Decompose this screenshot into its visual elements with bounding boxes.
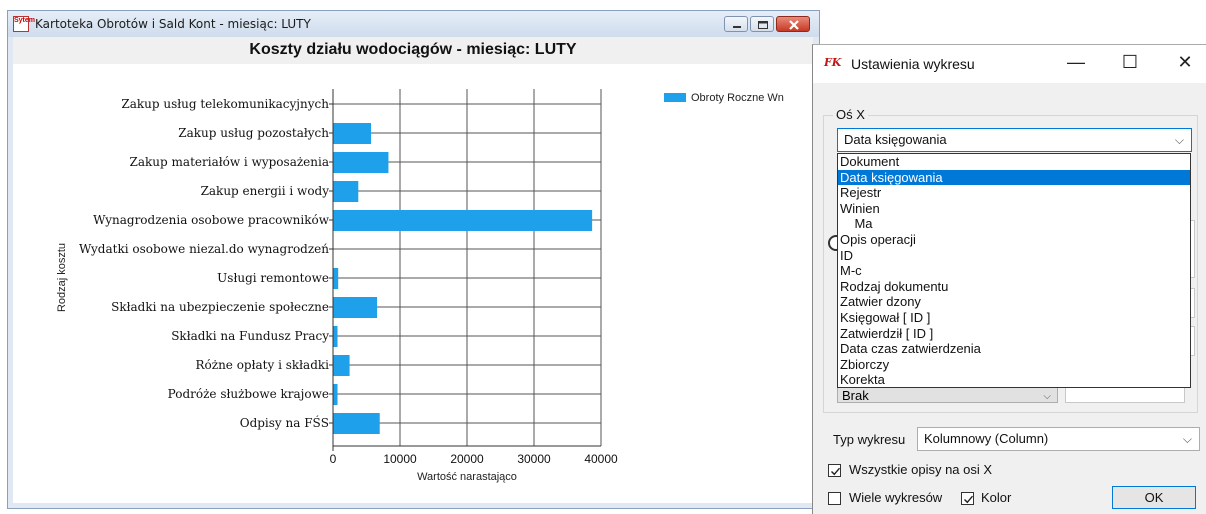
os-x-combo-value: Data księgowania <box>844 132 947 147</box>
category-label: Zakup energii i wody <box>201 184 330 198</box>
dialog-maximize-button[interactable]: ☐ <box>1115 52 1145 76</box>
dropdown-option[interactable]: Opis operacji <box>838 232 1190 248</box>
wszystkie-label: Wszystkie opisy na osi X <box>849 462 993 477</box>
wiele-label: Wiele wykresów <box>849 490 943 505</box>
dropdown-option[interactable]: Winien <box>838 201 1190 217</box>
chart-title: Koszty działu wodociągów - miesiąc: LUTY <box>249 41 577 58</box>
dropdown-option[interactable]: Zatwier dzony <box>838 294 1190 310</box>
legend-label: Obroty Roczne Wn <box>691 92 784 104</box>
dropdown-option[interactable]: Księgował [ ID ] <box>838 310 1190 326</box>
dialog-title: Ustawienia wykresu <box>851 56 975 72</box>
category-label: Wynagrodzenia osobowe pracowników <box>93 213 330 227</box>
os-x-combo[interactable]: Data księgowania ⌵ <box>837 128 1192 152</box>
kolor-label: Kolor <box>981 490 1012 505</box>
bar <box>333 210 593 231</box>
dropdown-option[interactable]: Rodzaj dokumentu <box>838 279 1190 295</box>
x-axis-title: Wartość narastająco <box>417 471 517 483</box>
typ-wykresu-value: Kolumnowy (Column) <box>924 431 1049 446</box>
bar <box>333 268 339 289</box>
dropdown-option[interactable]: Zbiorczy <box>838 357 1190 373</box>
chart-settings-dialog: FK Ustawienia wykresu — ☐ ✕ Oś X Brak ⌵ … <box>812 44 1206 514</box>
category-label: Podróże służbowe krajowe <box>168 387 329 401</box>
app-icon-text: Sytem <box>14 17 36 24</box>
category-label: Zakup usług pozostałych <box>178 126 329 140</box>
kolor-checkbox[interactable] <box>961 492 974 505</box>
os-x-group-label: Oś X <box>833 107 868 122</box>
typ-wykresu-label: Typ wykresu <box>833 432 906 447</box>
dialog-minimize-button[interactable]: — <box>1061 52 1091 76</box>
bar <box>333 297 378 318</box>
bar <box>333 355 350 376</box>
chart-window: Sytem Kartoteka Obrotów i Sald Kont - mi… <box>7 10 820 509</box>
bar <box>333 413 380 434</box>
dropdown-option[interactable]: Zatwierdził [ ID ] <box>838 326 1190 342</box>
dialog-titlebar[interactable]: FK Ustawienia wykresu — ☐ ✕ <box>813 45 1206 83</box>
chevron-down-icon: ⌵ <box>1182 432 1192 446</box>
chart-header: Koszty działu wodociągów - miesiąc: LUTY <box>13 37 813 64</box>
dropdown-option[interactable]: Data czas zatwierdzenia <box>838 341 1190 357</box>
dropdown-option[interactable]: Data księgowania <box>838 169 1190 186</box>
dropdown-option[interactable]: Rejestr <box>838 185 1190 201</box>
os-x-dropdown-list[interactable]: Dokument Data księgowania Rejestr Winien Ma… <box>837 153 1191 388</box>
dropdown-option[interactable]: ID <box>838 248 1190 264</box>
typ-wykresu-combo[interactable]: Kolumnowy (Column) ⌵ <box>917 427 1200 451</box>
chart-area: Zakup usług telekomunikacyjnych Zakup usł… <box>13 37 813 503</box>
category-label: Różne opłaty i składki <box>195 358 329 372</box>
category-label: Zakup usług telekomunikacyjnych <box>121 97 329 111</box>
x-tick-label: 0 <box>330 452 337 466</box>
close-button[interactable] <box>776 16 810 32</box>
chevron-down-icon: ⌵ <box>1174 133 1184 147</box>
minimize-icon <box>733 26 741 28</box>
maximize-button[interactable] <box>750 16 774 32</box>
x-tick-label: 20000 <box>450 452 484 466</box>
y-axis-title: Rodzaj kosztu <box>56 243 68 312</box>
checkmark-icon <box>831 467 841 476</box>
maximize-icon <box>758 21 768 29</box>
bar <box>333 152 389 173</box>
category-label: Wydatki osobowe niezal.do wynagrodzeń <box>79 242 329 256</box>
dialog-close-button[interactable]: ✕ <box>1170 52 1200 76</box>
x-tick-label: 40000 <box>584 452 618 466</box>
category-label: Składki na Fundusz Pracy <box>171 329 329 343</box>
dialog-app-icon: FK <box>824 56 842 69</box>
dropdown-option[interactable]: M-c <box>838 263 1190 279</box>
checkmark-icon <box>964 495 974 504</box>
dropdown-option[interactable]: Dokument <box>838 154 1190 170</box>
x-tick-label: 10000 <box>383 452 417 466</box>
category-label: Odpisy na FŚS <box>240 414 329 430</box>
category-label: Usługi remontowe <box>217 271 329 285</box>
bar <box>333 181 359 202</box>
window-title: Kartoteka Obrotów i Sald Kont - miesiąc:… <box>35 17 311 31</box>
bar-chart: Zakup usług telekomunikacyjnych Zakup usł… <box>56 89 784 483</box>
dropdown-option[interactable]: Korekta <box>838 372 1190 387</box>
dropdown-option[interactable]: Ma <box>838 216 1190 232</box>
window-titlebar[interactable]: Sytem Kartoteka Obrotów i Sald Kont - mi… <box>8 11 819 37</box>
hidden-combo-value: Brak <box>842 388 869 403</box>
app-icon: Sytem <box>13 16 35 32</box>
close-icon <box>789 20 799 30</box>
bar <box>333 384 338 405</box>
ok-button[interactable]: OK <box>1112 486 1196 509</box>
bar <box>333 326 338 347</box>
wiele-checkbox[interactable] <box>828 492 841 505</box>
category-label: Składki na ubezpieczenie społeczne <box>111 300 329 314</box>
legend-swatch <box>664 93 686 102</box>
minimize-button[interactable] <box>724 16 748 32</box>
x-tick-label: 30000 <box>517 452 551 466</box>
bar <box>333 123 372 144</box>
category-label: Zakup materiałów i wyposażenia <box>130 155 329 169</box>
wszystkie-checkbox[interactable] <box>828 464 841 477</box>
